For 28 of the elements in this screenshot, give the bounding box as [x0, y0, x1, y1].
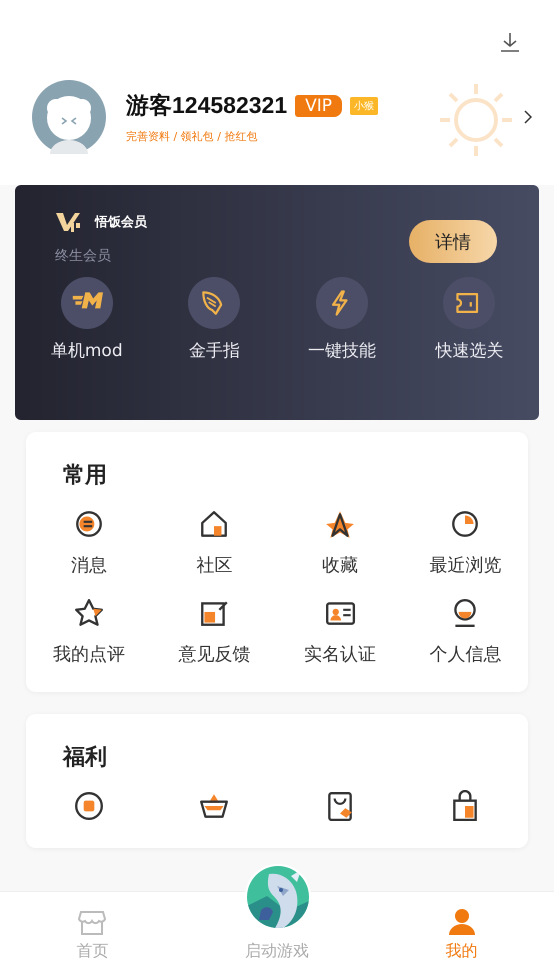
menu-label[interactable]: 社区 — [196, 553, 232, 577]
shop-icon — [77, 909, 108, 937]
vip-badge: VIP — [295, 94, 342, 116]
details-button[interactable]: 详情 — [409, 220, 497, 263]
feature-label[interactable]: 金手指 — [188, 339, 240, 362]
menu-label[interactable]: 我的点评 — [52, 642, 125, 666]
avatar-icon[interactable] — [32, 80, 106, 154]
vip-logo-icon — [55, 211, 81, 233]
vip-subtitle: 终生会员 — [55, 247, 112, 265]
download-icon[interactable] — [500, 32, 520, 52]
vip-brand: 悟饭会员 — [95, 214, 147, 231]
section-title: 常用 — [62, 462, 108, 490]
menu-label[interactable]: 个人信息 — [429, 642, 502, 666]
user-name: 游客124582321 — [126, 91, 288, 120]
chevron-icon[interactable] — [524, 110, 532, 124]
user-tag: 小猴 — [350, 96, 378, 114]
menu-label[interactable]: 实名认证 — [304, 642, 376, 666]
menu-label[interactable]: 意见反馈 — [178, 642, 250, 666]
feature-label[interactable]: 单机mod — [50, 339, 123, 362]
menu-label[interactable]: 最近浏览 — [429, 553, 502, 577]
section-title: 福利 — [61, 744, 108, 772]
feature-label[interactable]: 一键技能 — [308, 339, 376, 362]
menu-label[interactable]: 收藏 — [322, 553, 358, 577]
menu-label[interactable]: 消息 — [70, 553, 107, 577]
menu-icon[interactable] — [72, 790, 105, 822]
menu-icon[interactable] — [72, 597, 105, 629]
person-icon — [446, 907, 477, 937]
feature-label[interactable]: 快速选关 — [435, 339, 504, 362]
